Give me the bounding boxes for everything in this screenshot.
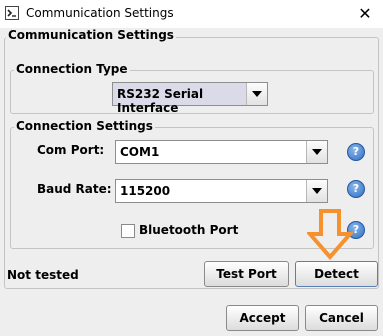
test-status-text: Not tested [7, 268, 79, 282]
window-titlebar: Communication Settings ✕ [0, 0, 383, 28]
connection-type-title: Connection Type [14, 62, 130, 76]
dropdown-arrow-icon [306, 141, 327, 163]
connection-settings-title: Connection Settings [14, 119, 155, 133]
test-port-button[interactable]: Test Port [204, 261, 289, 287]
dropdown-arrow-icon [246, 83, 267, 105]
window-body: Communication Settings Connection Type R… [0, 28, 383, 336]
baud-rate-value: 115200 [120, 184, 171, 198]
connection-type-dropdown[interactable]: RS232 Serial Interface [112, 82, 268, 115]
orange-arrow-icon [307, 209, 353, 260]
dropdown-arrow-icon [306, 180, 327, 202]
accept-button[interactable]: Accept [226, 305, 299, 331]
baud-rate-label: Baud Rate: [37, 182, 112, 196]
app-icon [5, 6, 19, 20]
detect-button[interactable]: Detect [295, 261, 378, 287]
close-icon: ✕ [358, 4, 372, 23]
bluetooth-port-checkbox[interactable] [121, 224, 135, 238]
communication-settings-title: Communication Settings [6, 28, 176, 42]
baud-rate-dropdown[interactable]: 115200 [115, 179, 328, 203]
com-port-value: COM1 [120, 145, 160, 159]
baud-rate-help-icon[interactable]: ? [347, 180, 365, 198]
cancel-button[interactable]: Cancel [305, 305, 378, 331]
window-title: Communication Settings [26, 6, 174, 20]
com-port-label: Com Port: [37, 143, 105, 157]
com-port-help-icon[interactable]: ? [347, 143, 365, 161]
com-port-dropdown[interactable]: COM1 [115, 140, 328, 164]
bluetooth-port-label: Bluetooth Port [139, 223, 239, 237]
connection-type-value: RS232 Serial Interface [117, 87, 204, 115]
close-button[interactable]: ✕ [347, 0, 383, 28]
